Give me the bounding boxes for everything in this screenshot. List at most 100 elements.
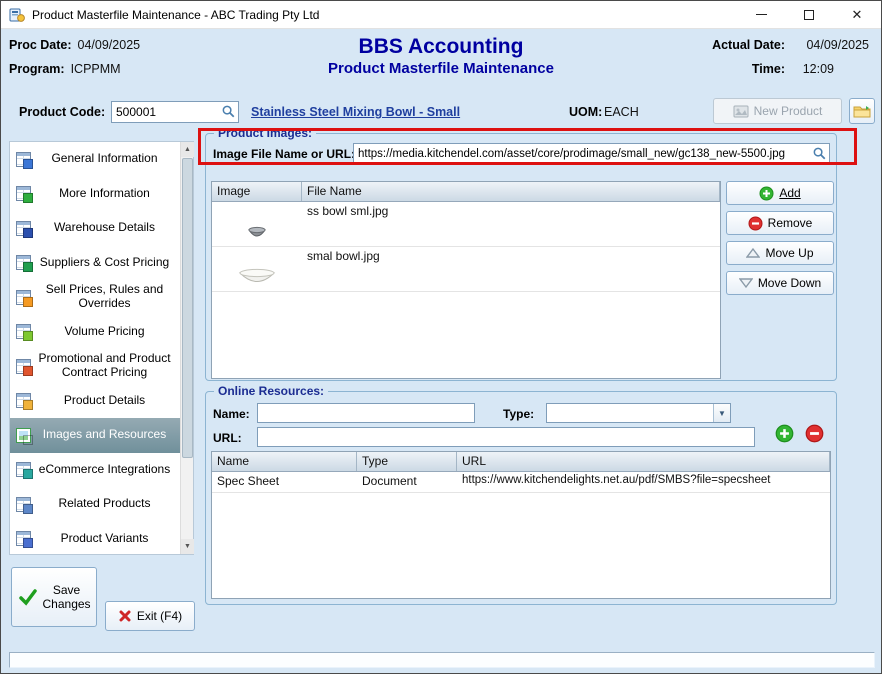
open-folder-button[interactable] [849,98,875,124]
product-code-field[interactable] [111,101,239,123]
file-name-cell: smal bowl.jpg [302,247,720,265]
move-down-button[interactable]: Move Down [726,271,834,295]
resource-name-input[interactable] [262,405,470,421]
sidebar-item-label: Sell Prices, Rules and Overrides [31,283,178,311]
product-description-link[interactable]: Stainless Steel Mixing Bowl - Small [251,105,460,119]
folder-icon [853,104,871,118]
sidebar-item-general-information[interactable]: General Information [10,142,180,177]
image-row-1[interactable]: ss bowl sml.jpg [212,202,720,247]
ecommerce-integrations-icon [16,462,31,477]
exit-x-icon [118,609,132,623]
window-title: Product Masterfile Maintenance - ABC Tra… [32,8,319,22]
sidebar-list: General Information More Information War… [10,142,180,554]
screen-title: Product Masterfile Maintenance [1,60,881,77]
resource-type-label: Type: [503,407,534,421]
resource-type-cell: Document [357,472,457,492]
add-resource-button[interactable] [774,423,795,444]
scrollbar-thumb[interactable] [182,158,193,458]
images-and-resources-icon [16,428,31,443]
sidebar-item-label: General Information [31,152,178,166]
sidebar-item-label: Volume Pricing [31,325,178,339]
sidebar-item-ecommerce-integrations[interactable]: eCommerce Integrations [10,453,180,488]
uom-label: UOM: [569,105,602,119]
app-window: Product Masterfile Maintenance - ABC Tra… [0,0,882,674]
time-value-wrap: 12:09 [803,62,834,76]
scroll-down-icon[interactable]: ▼ [181,539,194,554]
move-up-label: Move Up [765,246,813,260]
online-resources-table: Name Type URL Spec Sheet Document https:… [211,451,831,599]
file-name-cell: ss bowl sml.jpg [302,202,720,220]
product-code-label: Product Code: [19,105,105,119]
sidebar-item-related-products[interactable]: Related Products [10,487,180,522]
remove-resource-button[interactable] [804,423,825,444]
sidebar-scrollbar[interactable]: ▲ ▼ [180,142,193,554]
resource-url-input[interactable] [262,429,750,445]
scroll-up-icon[interactable]: ▲ [181,142,194,157]
steel-bowl-thumbnail [247,225,267,241]
move-down-icon [739,277,753,289]
time-label: Time: [752,62,785,76]
product-code-search-icon[interactable] [221,104,236,119]
column-header-file-name: File Name [302,182,720,201]
status-bar [9,652,875,668]
resource-name-field[interactable] [257,403,475,423]
remove-label: Remove [768,216,813,230]
app-icon [9,7,25,23]
sidebar-item-promotional-contract-pricing[interactable]: Promotional and Product Contract Pricing [10,349,180,384]
resource-url-cell: https://www.kitchendelights.net.au/pdf/S… [457,472,830,492]
more-information-icon [16,186,31,201]
image-thumbnail-cell [212,247,302,291]
sidebar-item-label: Promotional and Product Contract Pricing [31,352,178,380]
exit-button[interactable]: Exit (F4) [105,601,195,631]
actual-date-label: Actual Date: [712,38,785,52]
add-image-button[interactable]: Add [726,181,834,205]
image-row-2[interactable]: smal bowl.jpg [212,247,720,292]
image-url-input[interactable] [358,145,809,162]
sidebar-item-volume-pricing[interactable]: Volume Pricing [10,315,180,350]
actual-date-value-wrap: 04/09/2025 [806,38,869,52]
product-images-table-header: Image File Name [212,182,720,202]
add-label: Add [779,186,800,200]
minimize-button[interactable] [737,1,785,28]
minimize-icon [756,14,767,15]
image-url-field[interactable] [353,143,830,164]
sidebar-item-product-details[interactable]: Product Details [10,384,180,419]
sidebar-item-suppliers-cost-pricing[interactable]: Suppliers & Cost Pricing [10,246,180,281]
save-changes-button[interactable]: Save Changes [11,567,97,627]
close-button[interactable]: ✕ [833,1,881,28]
titlebar: Product Masterfile Maintenance - ABC Tra… [1,1,881,29]
close-icon: ✕ [852,8,863,21]
product-code-input[interactable] [116,103,218,121]
resource-row-1[interactable]: Spec Sheet Document https://www.kitchend… [212,472,830,493]
promotional-pricing-icon [16,359,31,374]
maximize-icon [804,10,814,20]
add-resource-plus-icon [775,424,794,443]
maximize-button[interactable] [785,1,833,28]
sidebar-item-sell-prices[interactable]: Sell Prices, Rules and Overrides [10,280,180,315]
sidebar-item-images-and-resources[interactable]: Images and Resources [10,418,180,453]
actual-date: Actual Date: [712,38,791,52]
sidebar-item-label: Product Variants [31,532,178,546]
exit-label: Exit (F4) [137,609,182,623]
chevron-down-icon[interactable]: ▼ [713,404,730,422]
resource-type-select[interactable]: ▼ [546,403,731,423]
move-up-button[interactable]: Move Up [726,241,834,265]
new-product-button[interactable]: New Product [713,98,842,124]
sidebar-item-label: Images and Resources [31,428,178,442]
actual-date-value: 04/09/2025 [806,38,869,52]
remove-image-button[interactable]: Remove [726,211,834,235]
remove-minus-icon [748,216,763,231]
sidebar-item-product-variants[interactable]: Product Variants [10,522,180,557]
app-body: Proc Date:04/09/2025 Program:ICPPMM BBS … [1,29,881,673]
sidebar-item-warehouse-details[interactable]: Warehouse Details [10,211,180,246]
sidebar-item-more-information[interactable]: More Information [10,177,180,212]
time: Time: [752,62,791,76]
related-products-icon [16,497,31,512]
online-resources-group-label: Online Resources: [214,384,328,398]
sell-prices-icon [16,290,31,305]
sidebar-item-label: Suppliers & Cost Pricing [31,256,178,270]
column-header-image: Image [212,182,302,201]
time-value: 12:09 [803,62,834,76]
resource-url-field[interactable] [257,427,755,447]
image-url-search-icon[interactable] [812,146,827,161]
